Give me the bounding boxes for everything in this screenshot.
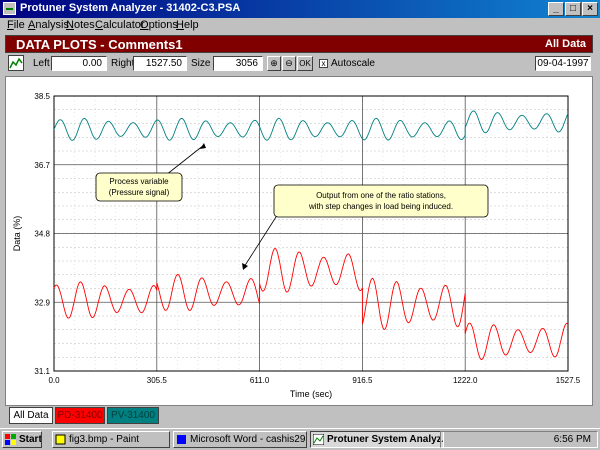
y-axis-label: Data (%) xyxy=(12,216,22,252)
task-protuner-label: Protuner System Analyz... xyxy=(327,434,444,445)
app-icon[interactable] xyxy=(3,2,16,15)
tab-all-data[interactable]: All Data xyxy=(9,407,53,424)
y-tick-label: 32.9 xyxy=(34,298,50,307)
data-plot-chart[interactable]: 31.1 32.9 34.8 36.7 38.5 0.0 305.5 611.0 916.5 12… xyxy=(6,77,592,405)
menu-bar: File Analysis Notes Calculator Options H… xyxy=(0,18,600,34)
menu-help[interactable]: Help xyxy=(176,19,199,31)
date-field: 09-04-1997 xyxy=(535,56,591,71)
x-tick-label: 1527.5 xyxy=(556,376,581,385)
task-word[interactable]: Microsoft Word - cashis29... xyxy=(173,431,307,448)
system-tray: 6:56 PM xyxy=(440,431,598,448)
menu-analysis[interactable]: Analysis xyxy=(28,19,69,31)
annotation-arrowhead xyxy=(242,263,248,270)
annotation-box xyxy=(273,184,489,218)
annotation-text: Process variable xyxy=(109,177,169,186)
right-field[interactable]: 1527.50 xyxy=(133,56,187,71)
minimize-icon[interactable]: _ xyxy=(548,2,564,16)
menu-file[interactable]: File xyxy=(7,19,25,31)
task-paint[interactable]: fig3.bmp - Paint xyxy=(52,431,170,448)
autoscale-label: Autoscale xyxy=(331,58,375,69)
task-word-label: Microsoft Word - cashis29... xyxy=(190,434,307,445)
annotation-text: with step changes in load being induced. xyxy=(308,202,453,211)
x-tick-label: 305.5 xyxy=(147,376,168,385)
annotation-pointer xyxy=(165,144,205,176)
plot-panel: 31.1 32.9 34.8 36.7 38.5 0.0 305.5 611.0 916.5 12… xyxy=(5,76,593,406)
x-axis-label: Time (sec) xyxy=(290,389,332,399)
title-bar: Protuner System Analyzer - 31402-C3.PSA … xyxy=(0,0,600,18)
window-title: Protuner System Analyzer - 31402-C3.PSA xyxy=(20,2,241,14)
menu-calculator[interactable]: Calculator xyxy=(95,19,145,31)
zoom-in-icon[interactable]: ⊕ xyxy=(267,56,281,71)
right-label: Right xyxy=(111,58,135,69)
y-tick-label: 31.1 xyxy=(34,367,50,376)
close-icon[interactable]: × xyxy=(582,2,598,16)
tab-pd-31400[interactable]: PD-31400 xyxy=(55,407,105,424)
left-field[interactable]: 0.00 xyxy=(51,56,107,71)
menu-options[interactable]: Options xyxy=(140,19,178,31)
autoscale-checkbox[interactable]: x xyxy=(319,59,328,68)
zoom-out-icon[interactable]: ⊖ xyxy=(282,56,296,71)
clock: 6:56 PM xyxy=(553,434,591,445)
app-icon xyxy=(313,434,324,445)
word-icon xyxy=(177,435,186,444)
tab-pv-31400[interactable]: PV-31400 xyxy=(107,407,159,424)
ok-button[interactable]: OK xyxy=(297,56,313,71)
x-tick-label: 1222.0 xyxy=(453,376,478,385)
left-label: Left xyxy=(33,58,50,69)
size-label: Size xyxy=(191,58,211,69)
annotation-text: (Pressure signal) xyxy=(109,188,170,197)
task-protuner[interactable]: Protuner System Analyz... xyxy=(310,431,444,448)
menu-notes[interactable]: Notes xyxy=(66,19,95,31)
maximize-icon[interactable]: □ xyxy=(565,2,581,16)
task-paint-label: fig3.bmp - Paint xyxy=(69,434,140,445)
page-title: DATA PLOTS - Comments1 xyxy=(16,37,183,52)
taskbar: Start fig3.bmp - Paint Microsoft Word - … xyxy=(0,428,600,450)
toolbar: Left 0.00 Right 1527.50 Size 3056 ⊕ ⊖ OK… xyxy=(5,54,593,74)
y-tick-label: 36.7 xyxy=(34,161,50,170)
plot-icon[interactable] xyxy=(8,55,24,71)
series-line-pv-31400 xyxy=(53,110,569,141)
size-field[interactable]: 3056 xyxy=(213,56,263,71)
paint-icon xyxy=(55,434,66,445)
x-tick-label: 611.0 xyxy=(250,376,270,385)
x-tick-label: 916.5 xyxy=(352,376,373,385)
start-button[interactable]: Start xyxy=(2,431,42,448)
annotation-arrowhead xyxy=(200,143,206,149)
series-line-pd-31400 xyxy=(53,248,569,361)
annotation-text: Output from one of the ratio stations, xyxy=(316,191,446,200)
y-tick-label: 34.8 xyxy=(34,230,50,239)
view-mode-label: All Data xyxy=(545,38,586,50)
series-tabs: All Data PD-31400 PV-31400 xyxy=(5,406,593,426)
y-tick-label: 38.5 xyxy=(34,92,50,101)
data-plots-header: DATA PLOTS - Comments1 All Data xyxy=(5,35,593,53)
x-tick-label: 0.0 xyxy=(48,376,60,385)
start-label: Start xyxy=(19,434,42,445)
